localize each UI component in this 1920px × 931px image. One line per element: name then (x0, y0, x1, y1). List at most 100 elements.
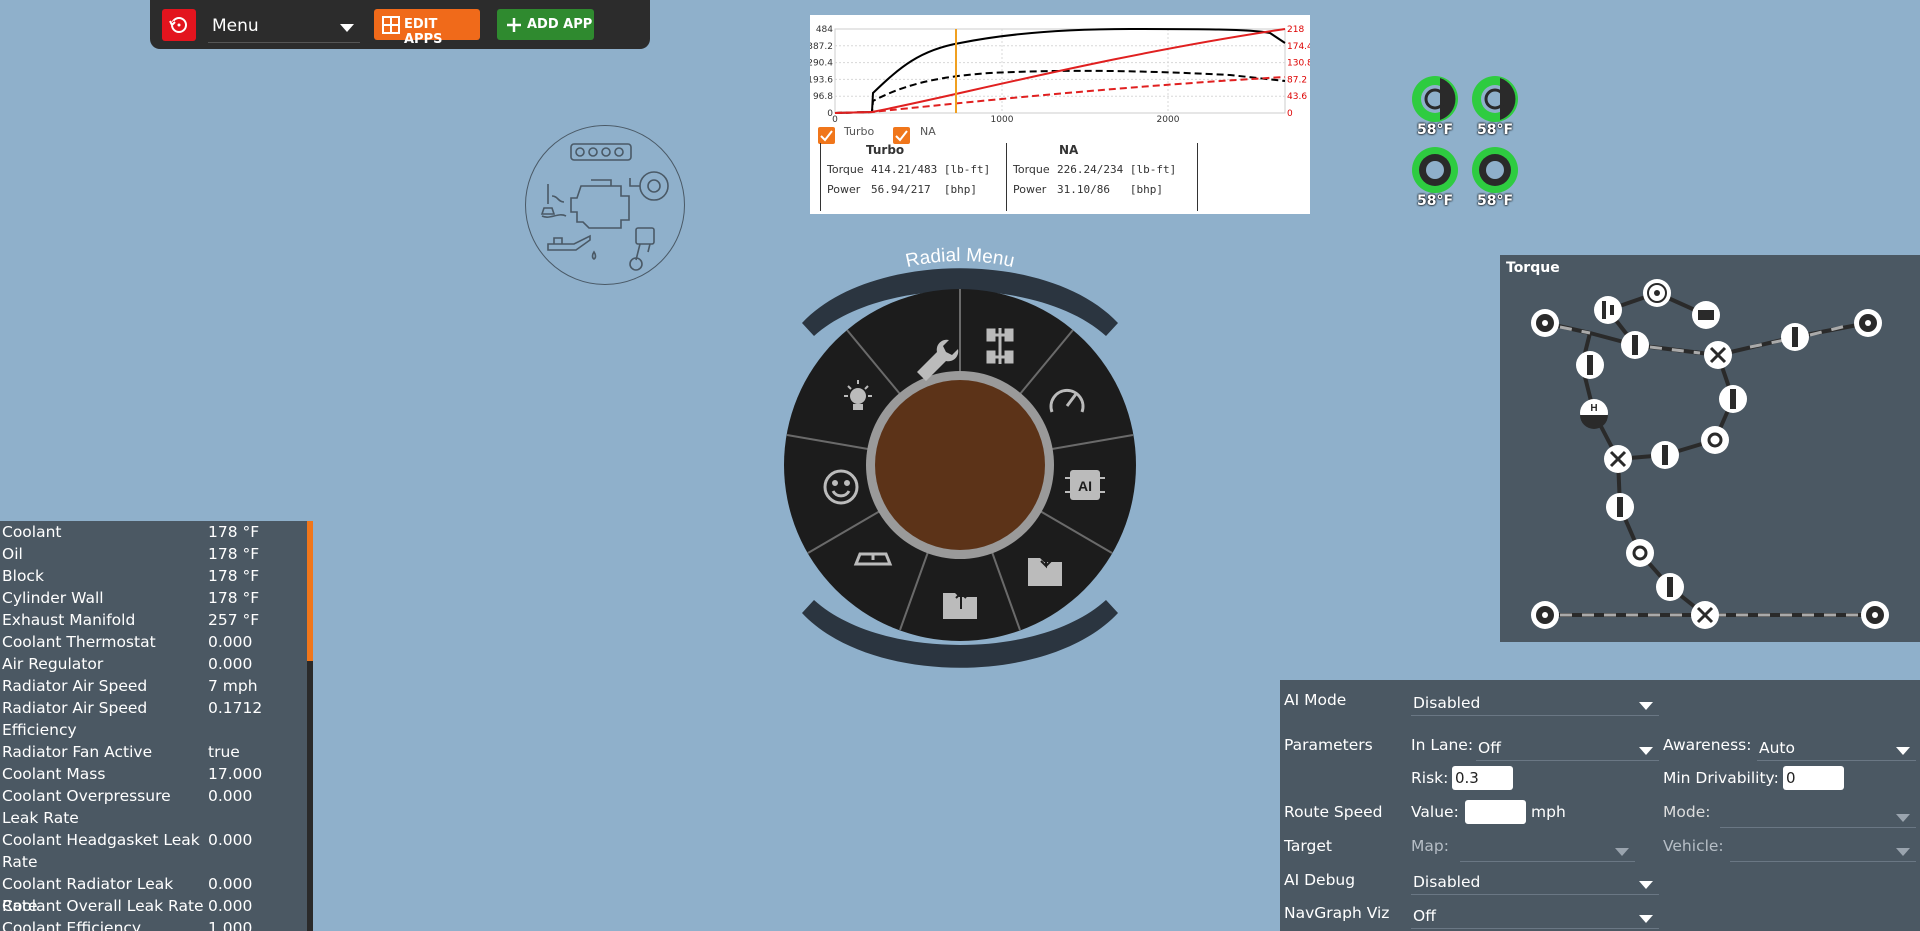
y2-tick-label: 218 (1287, 25, 1304, 35)
y2-tick-label: 130.8 (1287, 59, 1310, 69)
vehicle-select[interactable] (1730, 837, 1916, 862)
min-drivability-label: Min Drivability: (1663, 769, 1779, 787)
ai-debug-value: Disabled (1413, 873, 1481, 891)
list-item-label: Radiator Air Speed (2, 677, 148, 695)
wheel-icon (1861, 601, 1889, 629)
torque-curve-widget: 484 387.2 290.4 193.6 96.8 0 218 174.4 130.8 87.… (807, 15, 1313, 214)
add-app-label: ADD APP (527, 17, 593, 32)
menu-dropdown-label: Menu (212, 16, 259, 36)
list-item-value: 0.000 (208, 831, 253, 849)
list-item-value: 178 °F (208, 545, 260, 563)
tire-brake-icon (1472, 76, 1518, 122)
tire-temp-label: 58°F (1476, 193, 1514, 209)
in-lane-select[interactable]: Off (1476, 736, 1659, 761)
tire-rear-right: 58°F (1470, 145, 1520, 209)
svg-text:AI: AI (1078, 478, 1092, 494)
menu-dropdown[interactable]: Menu (208, 10, 360, 43)
list-item-label: Exhaust Manifold (2, 611, 136, 629)
tire-temp-label: 58°F (1416, 122, 1454, 138)
turbo-table-title: Turbo (866, 143, 905, 157)
list-item-label: Coolant Mass (2, 765, 106, 783)
app-toolbar: Menu EDIT APPS ADD APP (150, 0, 650, 49)
map-select[interactable] (1460, 837, 1635, 862)
wheel-icon (1531, 601, 1559, 629)
add-app-button[interactable]: ADD APP (497, 9, 594, 40)
tire-front-left: 58°F (1410, 74, 1460, 138)
y-tick-label: 484 (816, 25, 833, 35)
y-tick-label: 96.8 (813, 92, 833, 102)
check-icon (820, 130, 833, 142)
y-tick-label: 290.4 (810, 59, 833, 69)
list-item-value: 0.000 (208, 787, 253, 805)
list-item-value: 0.000 (208, 875, 253, 893)
coupling-icon (1626, 426, 1729, 567)
tire-temp-label: 58°F (1416, 193, 1454, 209)
tire-drum-icon (1412, 147, 1458, 193)
powertrain-title: Torque (1506, 260, 1560, 276)
min-drivability-input[interactable]: 0 (1783, 766, 1844, 790)
awareness-value: Auto (1759, 739, 1795, 757)
reset-button[interactable] (162, 9, 196, 41)
scrollbar-thumb[interactable] (307, 521, 313, 661)
awareness-select[interactable]: Auto (1757, 736, 1916, 761)
navgraph-label: NavGraph Viz (1284, 904, 1390, 922)
engine-icon (1692, 301, 1720, 329)
navgraph-select[interactable]: Off (1411, 904, 1659, 929)
list-item-label: Coolant Efficiency (2, 919, 142, 931)
list-item-value: 0.1712 (208, 699, 263, 717)
clutch-icon (1594, 296, 1622, 324)
ai-chip-icon[interactable]: AI (1065, 470, 1105, 500)
edit-apps-button[interactable]: EDIT APPS (374, 9, 480, 47)
list-item-label: Coolant Overall Leak Rate (2, 897, 204, 915)
chevron-down-icon (1896, 848, 1910, 856)
radial-center[interactable] (875, 380, 1045, 550)
turbo-legend-label: Turbo (844, 125, 875, 138)
list-item-label: Cylinder Wall (2, 589, 104, 607)
plus-icon (507, 18, 521, 32)
ai-control-panel: AI Mode Disabled Parameters In Lane: Off… (1280, 680, 1920, 931)
list-item-label: Coolant (2, 523, 62, 541)
turbo-checkbox[interactable] (818, 127, 835, 144)
torque-label: Torque (827, 163, 864, 176)
speed-mode-select[interactable] (1720, 803, 1916, 828)
na-table-title: NA (1059, 143, 1079, 157)
turbo-icon (1643, 279, 1671, 307)
x-tick-label: 1000 (991, 115, 1014, 125)
turbo-torque-value: 414.21/483 [lb-ft] (871, 163, 991, 176)
y-tick-label: 387.2 (810, 42, 833, 52)
navgraph-value: Off (1413, 907, 1436, 925)
wheel-icon (1531, 309, 1559, 337)
vehicle-label: Vehicle: (1663, 837, 1724, 855)
y2-tick-label: 0 (1287, 109, 1293, 119)
turbo-power-value: 56.94/217 [bhp] (871, 183, 977, 196)
speed-value-label: Value: (1411, 803, 1459, 821)
chevron-down-icon (340, 24, 354, 32)
list-item-value: 7 mph (208, 677, 258, 695)
route-speed-label: Route Speed (1284, 803, 1383, 821)
risk-input[interactable]: 0.3 (1452, 766, 1513, 790)
route-speed-input[interactable] (1465, 800, 1526, 824)
ai-mode-select[interactable]: Disabled (1411, 691, 1659, 716)
list-item-value: 0.000 (208, 633, 253, 651)
na-checkbox[interactable] (893, 127, 910, 144)
x-tick-label: 2000 (1157, 115, 1180, 125)
list-item-value: 0.000 (208, 897, 253, 915)
torque-label: Torque (1013, 163, 1050, 176)
chevron-down-icon (1615, 848, 1629, 856)
na-legend-label: NA (920, 125, 936, 138)
torque-curve-chart: 484 387.2 290.4 193.6 96.8 0 218 174.4 130.8 87.… (807, 25, 1313, 125)
chevron-down-icon (1896, 747, 1910, 755)
y-tick-label: 193.6 (810, 75, 833, 85)
engine-damage-widget (525, 125, 685, 285)
reset-icon (167, 17, 187, 33)
ai-mode-label: AI Mode (1284, 691, 1347, 709)
power-label: Power (1013, 183, 1047, 196)
list-item-value: 178 °F (208, 523, 260, 541)
wheel-icon (1854, 309, 1882, 337)
list-item-label: Oil (2, 545, 23, 563)
list-item-label: Block (2, 567, 44, 585)
engine-thermals-list: Coolant 178 °F Oil 178 °F Block 178 °F Cylinde… (0, 521, 313, 931)
list-item-value: 178 °F (208, 567, 260, 585)
ai-debug-select[interactable]: Disabled (1411, 870, 1659, 895)
ai-mode-value: Disabled (1413, 694, 1481, 712)
